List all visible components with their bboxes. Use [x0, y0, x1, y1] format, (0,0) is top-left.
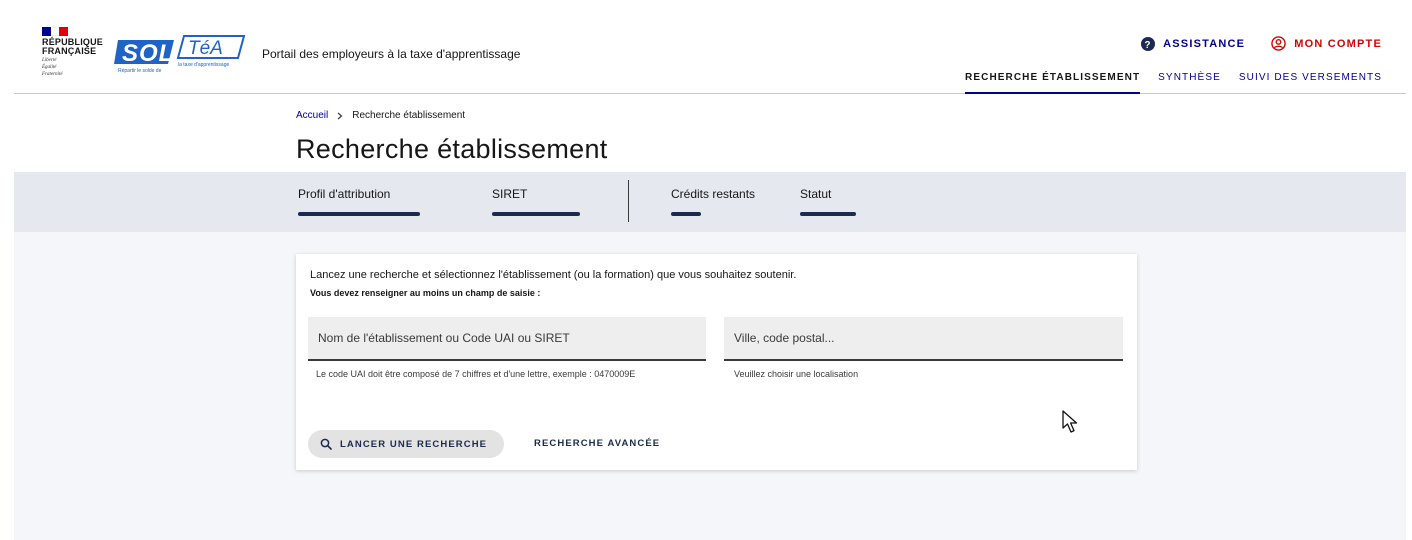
launch-search-label: LANCER UNE RECHERCHE — [340, 438, 488, 450]
page-title: Recherche établissement — [296, 134, 608, 164]
account-link[interactable]: MON COMPTE — [1271, 36, 1382, 51]
search-intro-text: Lancez une recherche et sélectionnez l'é… — [310, 269, 797, 281]
chevron-right-icon — [337, 112, 343, 119]
search-icon — [320, 438, 332, 450]
column-label: Crédits restants — [671, 187, 756, 201]
column-label: SIRET — [492, 187, 528, 201]
soltea-logo[interactable]: SOL TéA Répartir le solde de la taxe d'a… — [114, 32, 254, 76]
column-siret[interactable]: SIRET — [492, 187, 580, 216]
user-circle-icon — [1271, 36, 1286, 51]
french-flag-icon — [42, 27, 69, 36]
republic-line2: FRANÇAISE — [42, 46, 97, 56]
column-header-band: Profil d'attribution SIRET Crédits resta… — [14, 172, 1406, 232]
assistance-link[interactable]: ? ASSISTANCE — [1141, 36, 1246, 51]
site-header: RÉPUBLIQUE FRANÇAISE Liberté Égalité Fra… — [14, 14, 1406, 94]
column-profil-attribution[interactable]: Profil d'attribution — [298, 187, 420, 216]
column-underline — [298, 212, 420, 216]
nav-suivi-versements[interactable]: SUIVI DES VERSEMENTS — [1239, 72, 1382, 94]
svg-text:SOL: SOL — [122, 40, 174, 67]
column-label: Profil d'attribution — [298, 187, 391, 201]
location-hint: Veuillez choisir une localisation — [734, 369, 859, 379]
nav-synthese[interactable]: SYNTHÈSE — [1158, 72, 1221, 94]
column-underline — [800, 212, 856, 216]
nav-recherche-etablissement[interactable]: RECHERCHE ÉTABLISSEMENT — [965, 72, 1141, 94]
mouse-pointer-icon — [1062, 410, 1078, 433]
account-label: MON COMPTE — [1294, 37, 1382, 50]
location-input[interactable] — [734, 331, 1123, 345]
column-statut[interactable]: Statut — [800, 187, 856, 216]
column-underline — [492, 212, 580, 216]
question-circle-icon: ? — [1141, 36, 1156, 51]
column-label: Statut — [800, 187, 832, 201]
main-nav: RECHERCHE ÉTABLISSEMENT SYNTHÈSE SUIVI D… — [965, 72, 1382, 94]
svg-text:TéA: TéA — [188, 38, 223, 59]
advanced-search-button[interactable]: RECHERCHE AVANCÉE — [534, 438, 660, 449]
column-credits-restants[interactable]: Crédits restants — [671, 187, 755, 216]
motto-line3: Fraternité — [42, 72, 63, 77]
motto-line1: Liberté — [42, 58, 57, 63]
location-field[interactable] — [724, 317, 1123, 361]
assistance-label: ASSISTANCE — [1163, 37, 1246, 50]
breadcrumb-current: Recherche établissement — [352, 110, 466, 121]
breadcrumb-home-link[interactable]: Accueil — [296, 110, 328, 121]
column-underline — [671, 212, 701, 216]
app-window: RÉPUBLIQUE FRANÇAISE Liberté Égalité Fra… — [14, 14, 1406, 540]
breadcrumb: Accueil Recherche établissement — [296, 110, 465, 121]
content-area: Lancez une recherche et sélectionnez l'é… — [14, 232, 1406, 540]
establishment-input[interactable] — [318, 331, 706, 345]
svg-text:Répartir le solde de: Répartir le solde de — [118, 68, 162, 74]
establishment-hint: Le code UAI doit être composé de 7 chiff… — [316, 369, 636, 379]
band-divider — [628, 180, 629, 222]
search-card: Lancez une recherche et sélectionnez l'é… — [296, 254, 1137, 470]
svg-text:?: ? — [1144, 40, 1151, 51]
launch-search-button[interactable]: LANCER UNE RECHERCHE — [308, 430, 504, 458]
republique-francaise-logo[interactable]: RÉPUBLIQUE FRANÇAISE Liberté Égalité Fra… — [42, 27, 116, 77]
header-quick-links: ? ASSISTANCE MON COMPTE — [1141, 36, 1382, 51]
search-requirement-text: Vous devez renseigner au moins un champ … — [310, 288, 541, 298]
motto-line2: Égalité — [42, 65, 57, 70]
establishment-field[interactable] — [308, 317, 706, 361]
svg-text:la taxe d'apprentissage: la taxe d'apprentissage — [178, 62, 229, 68]
portal-title: Portail des employeurs à la taxe d'appre… — [262, 47, 521, 61]
